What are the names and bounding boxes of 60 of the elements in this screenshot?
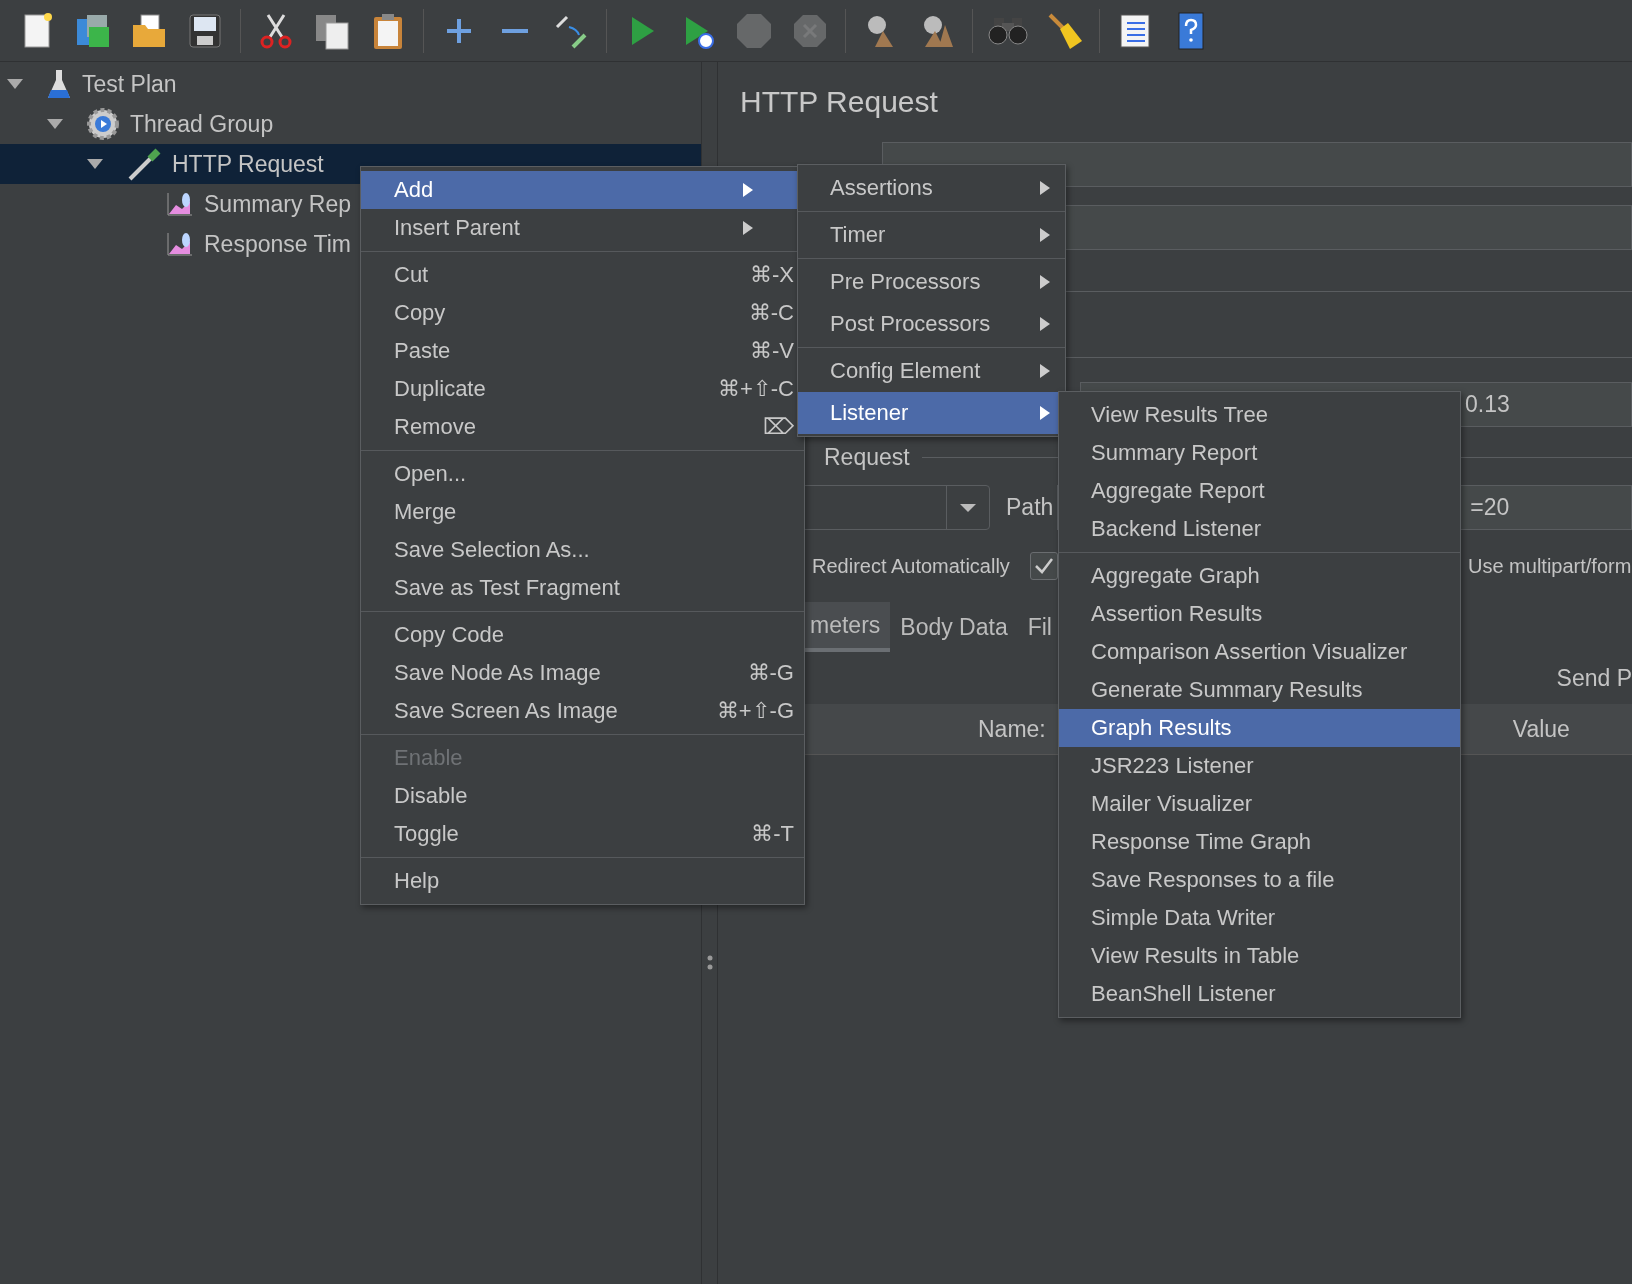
menu-item[interactable]: Simple Data Writer — [1059, 899, 1460, 937]
menu-item[interactable]: Comparison Assertion Visualizer — [1059, 633, 1460, 671]
menu-item[interactable]: BeanShell Listener — [1059, 975, 1460, 1013]
menu-item[interactable]: Response Time Graph — [1059, 823, 1460, 861]
submenu-arrow-icon — [1039, 316, 1051, 332]
check-icon — [1034, 557, 1054, 575]
chart-icon — [166, 191, 194, 217]
menu-item[interactable]: Save Screen As Image ⌘+⇧-G — [361, 692, 804, 730]
menu-item[interactable]: Summary Report — [1059, 434, 1460, 472]
menu-item[interactable]: Help — [361, 862, 804, 900]
expand-icon[interactable] — [86, 158, 104, 170]
menu-item[interactable]: Open... — [361, 455, 804, 493]
drag-handle-icon[interactable] — [706, 955, 713, 971]
submenu-arrow-icon — [742, 220, 754, 236]
menu-item[interactable]: Mailer Visualizer — [1059, 785, 1460, 823]
menu-item[interactable]: Backend Listener — [1059, 510, 1460, 548]
column-header: Name: — [978, 715, 1046, 743]
menu-item[interactable]: Toggle ⌘-T — [361, 815, 804, 853]
menu-item[interactable]: Aggregate Report — [1059, 472, 1460, 510]
expand-icon[interactable] — [6, 78, 24, 90]
tab[interactable]: Body Data — [890, 602, 1018, 652]
menu-item[interactable]: Pre Processors — [798, 261, 1065, 303]
multipart-label: Use multipart/form — [1468, 554, 1632, 578]
menu-item[interactable]: Graph Results — [1059, 709, 1460, 747]
menu-item[interactable]: JSR223 Listener — [1059, 747, 1460, 785]
expand-icon[interactable] — [46, 118, 64, 130]
tab[interactable]: Fil — [1017, 602, 1062, 652]
menu-item[interactable]: View Results in Table — [1059, 937, 1460, 975]
menu-item[interactable]: Save Responses to a file — [1059, 861, 1460, 899]
menu-item[interactable]: Save Node As Image ⌘-G — [361, 654, 804, 692]
menu-item[interactable]: Assertion Results — [1059, 595, 1460, 633]
menu-item[interactable]: Aggregate Graph — [1059, 557, 1460, 595]
submenu-arrow-icon — [1039, 274, 1051, 290]
section-legend: Request — [824, 443, 910, 471]
path-label: Path — [1006, 494, 1054, 521]
tree-item[interactable]: Thread Group — [0, 104, 701, 144]
redirect-checkbox[interactable] — [1030, 552, 1058, 580]
gear-icon — [86, 107, 120, 141]
column-header: Value — [1512, 715, 1570, 743]
submenu-arrow-icon — [1039, 363, 1051, 379]
submenu-arrow-icon — [1039, 405, 1051, 421]
menu-item[interactable]: Generate Summary Results — [1059, 671, 1460, 709]
send-label: Send P — [1556, 664, 1632, 692]
panel-title: HTTP Request — [740, 84, 939, 120]
menu-item[interactable]: Disable — [361, 777, 804, 815]
caret-icon — [959, 502, 977, 513]
flask-icon — [46, 68, 72, 100]
menu-item[interactable]: Save Selection As... — [361, 531, 804, 569]
menu-item[interactable]: Config Element — [798, 350, 1065, 392]
minus-icon — [502, 27, 528, 34]
menu-item[interactable]: Timer — [798, 214, 1065, 256]
tree-item[interactable]: Test Plan — [0, 64, 701, 104]
submenu-arrow-icon — [742, 182, 754, 198]
redirect-label: Redirect Automatically — [812, 554, 1010, 578]
submenu-arrow-icon — [1039, 227, 1051, 243]
menu-item[interactable]: Post Processors — [798, 303, 1065, 345]
submenu-arrow-icon — [1039, 180, 1051, 196]
chart-icon — [166, 231, 194, 257]
menu-item[interactable]: Merge — [361, 493, 804, 531]
binoculars-icon — [988, 16, 1028, 45]
